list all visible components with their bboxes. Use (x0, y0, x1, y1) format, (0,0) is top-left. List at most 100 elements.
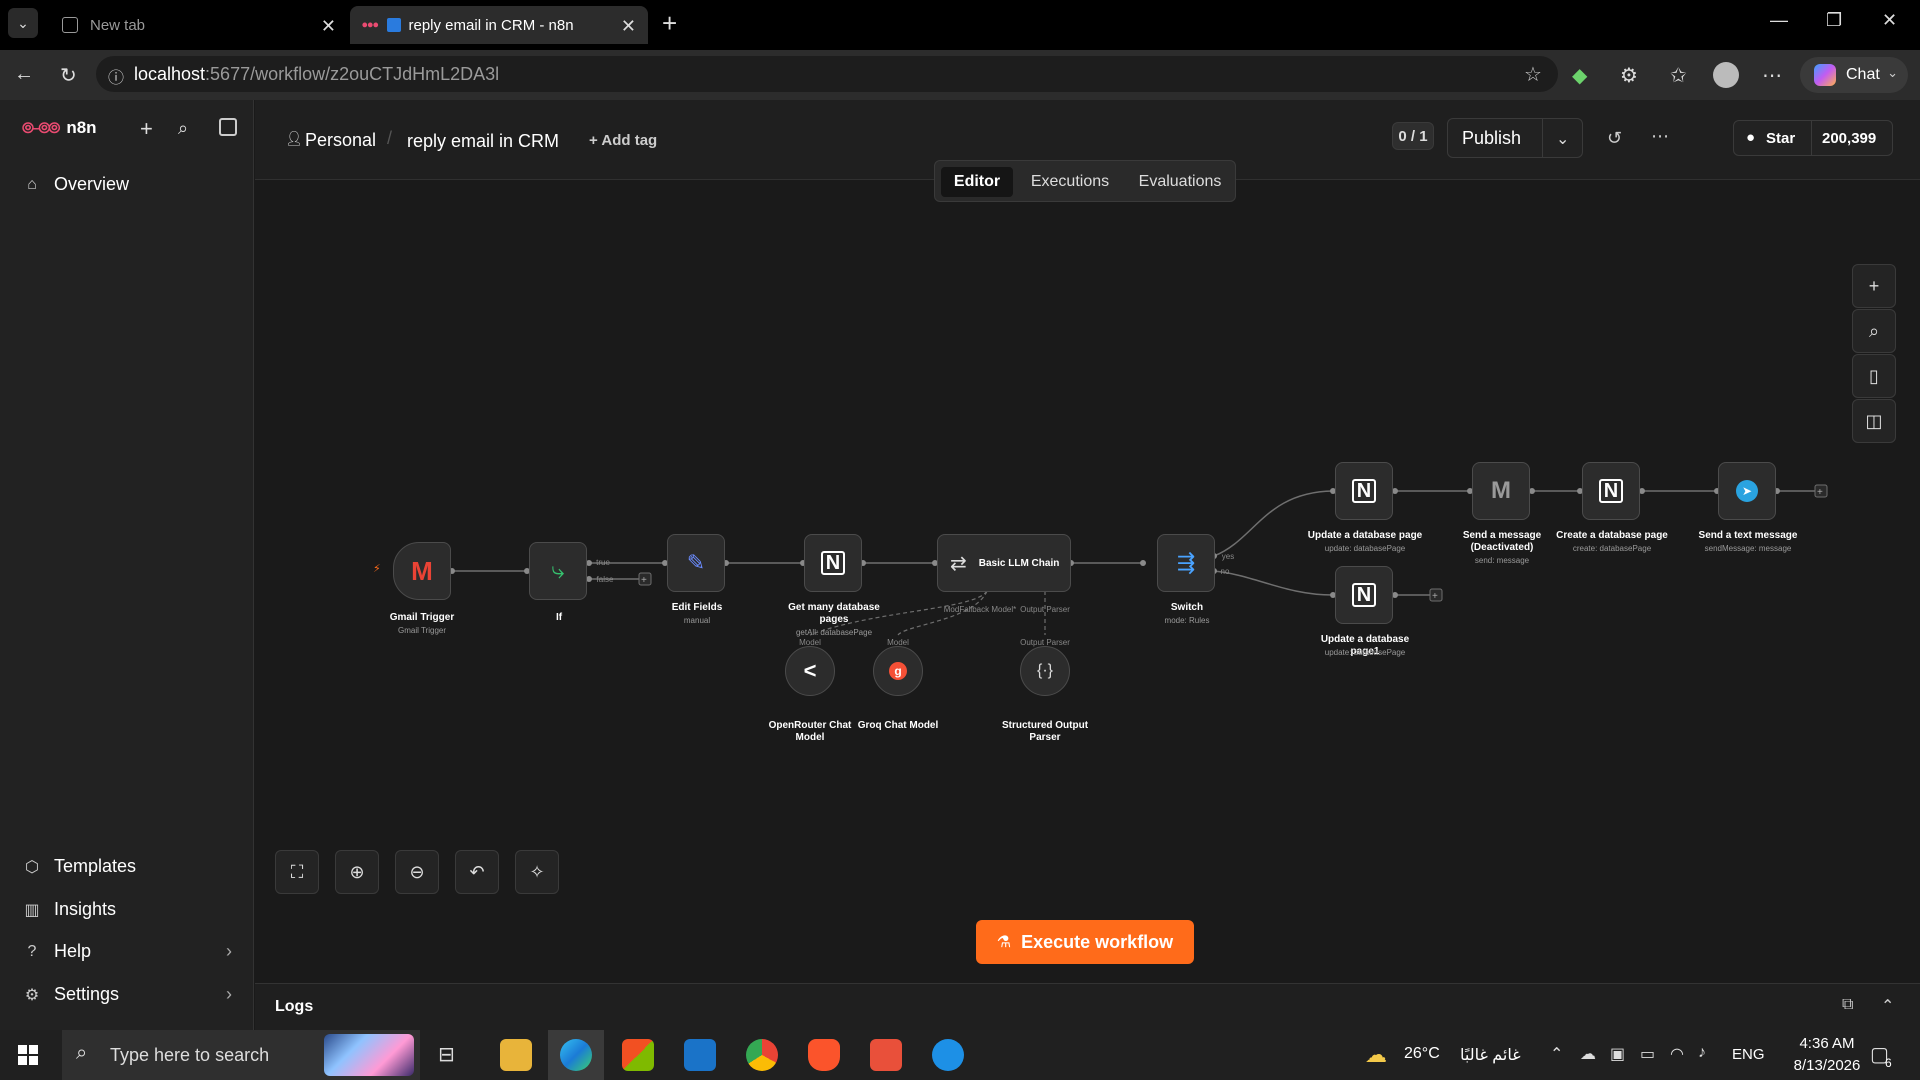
outlook-icon[interactable] (684, 1039, 716, 1071)
sidebar-item-help[interactable]: ? Help › (22, 941, 232, 962)
url-input[interactable]: ⓘ localhost:5677/workflow/z2ouCTJdHmL2DA… (96, 56, 1558, 92)
minimize-icon[interactable]: — (1770, 10, 1788, 31)
language-indicator[interactable]: ENG (1732, 1046, 1765, 1063)
tab-new-tab[interactable]: New tab ✕ (50, 6, 348, 44)
restore-icon[interactable]: ❐ (1826, 10, 1842, 31)
add-tag-button[interactable]: + Add tag (589, 132, 657, 149)
chevron-down-icon[interactable]: ⌄ (1556, 129, 1569, 149)
wifi-icon[interactable]: ◠ (1670, 1044, 1684, 1064)
panel-toggle-icon[interactable]: ◫ (1852, 399, 1896, 443)
sidebar-item-settings[interactable]: ⚙ Settings › (22, 984, 232, 1005)
copilot-chat-button[interactable]: Chat ⌄ (1800, 57, 1908, 93)
windows-start-icon[interactable] (18, 1045, 38, 1065)
reload-icon[interactable]: ↻ (60, 63, 77, 88)
collapse-sidebar-icon[interactable] (219, 118, 237, 136)
search-nodes-icon[interactable]: ⌕ (1852, 309, 1896, 353)
sticky-note-icon[interactable]: ▯ (1852, 354, 1896, 398)
history-icon[interactable]: ↺ (1607, 128, 1622, 149)
workflow-name[interactable]: reply email in CRM (407, 131, 559, 152)
chart-bars-icon: ▥ (24, 901, 40, 919)
zoom-out-icon[interactable]: ⊖ (395, 850, 439, 894)
camera-icon[interactable]: ▣ (1610, 1044, 1625, 1064)
n8n-logo[interactable]: ⦾–⦾⦾ n8n (22, 118, 97, 138)
tab-workflow[interactable]: ⦁⦁⦁ reply email in CRM - n8n ✕ (350, 6, 648, 44)
taskbar-search-input[interactable]: ⌕ Type here to search (62, 1030, 420, 1080)
node-subtitle: mode: Rules (1164, 616, 1210, 625)
node-if[interactable]: ⤷ (529, 542, 587, 600)
task-view-icon[interactable]: ⊟ (438, 1042, 455, 1067)
node-structured-output-parser[interactable]: {·} (1020, 646, 1070, 696)
node-create-database-page[interactable]: N (1582, 462, 1640, 520)
tab-evaluations[interactable]: Evaluations (1127, 167, 1233, 197)
weather-condition[interactable]: غائم غالبًا (1460, 1045, 1521, 1065)
node-send-message-deactivated[interactable]: M (1472, 462, 1530, 520)
sidebar-item-label: Insights (54, 899, 117, 919)
popout-icon[interactable]: ⧉ (1842, 996, 1853, 1014)
sidebar-item-templates[interactable]: ⬡ Templates (22, 856, 136, 877)
info-icon[interactable]: ⓘ (108, 64, 124, 88)
extensions-icon[interactable]: ⚙ (1620, 63, 1638, 88)
node-openrouter-chat-model[interactable]: < (785, 646, 835, 696)
undo-icon[interactable]: ↶ (455, 850, 499, 894)
weather-temperature[interactable]: 26°C (1404, 1045, 1440, 1063)
add-node-plus-icon[interactable]: + (1852, 264, 1896, 308)
node-get-many-pages[interactable]: N (804, 534, 862, 592)
publish-button[interactable]: Publish (1462, 128, 1521, 149)
zoom-in-icon[interactable]: ⊕ (335, 850, 379, 894)
node-basic-llm-chain[interactable]: ⇄ Basic LLM Chain (937, 534, 1071, 592)
edge-browser-icon[interactable] (560, 1039, 592, 1071)
chevron-down-icon[interactable]: ⌄ (1887, 65, 1898, 81)
close-icon[interactable]: ✕ (621, 16, 636, 37)
workflow-canvas[interactable]: + + + ⚡ M Gmail Trigger Gmail Trigger ⤷ If… (255, 180, 1920, 983)
chevron-right-icon: › (226, 984, 232, 1004)
tab-list-chevron-icon[interactable]: ⌄ (8, 8, 38, 38)
logs-panel-bar[interactable]: Logs ⧉ ⌃ (255, 983, 1920, 1030)
sidebar-item-overview[interactable]: ⌂ Overview (22, 174, 129, 195)
clock-date[interactable]: 8/13/2026 (1782, 1057, 1872, 1074)
new-tab-plus-icon[interactable]: + (662, 8, 677, 39)
execute-workflow-button[interactable]: ⚗ Execute workflow (976, 920, 1194, 964)
star-count: 200,399 (1822, 130, 1877, 147)
node-switch[interactable]: ⇶ (1157, 534, 1215, 592)
favorites-icon[interactable]: ✩ (1670, 63, 1687, 88)
more-options-icon[interactable]: ⋯ (1651, 126, 1669, 147)
node-subtitle: update: databasePage (1324, 648, 1406, 657)
search-icon[interactable]: ⌕ (178, 118, 188, 139)
onedrive-icon[interactable]: ☁ (1580, 1044, 1596, 1064)
sidebar-item-insights[interactable]: ▥ Insights (22, 899, 116, 920)
node-groq-chat-model[interactable]: g (873, 646, 923, 696)
window-close-icon[interactable]: ✕ (1882, 10, 1897, 31)
node-edit-fields[interactable]: ✎ (667, 534, 725, 592)
brave-icon[interactable] (808, 1039, 840, 1071)
more-menu-icon[interactable]: ⋯ (1762, 63, 1782, 88)
node-subtitle: update: databasePage (1324, 544, 1406, 553)
chrome-icon[interactable] (746, 1039, 778, 1071)
file-explorer-icon[interactable] (500, 1039, 532, 1071)
node-update-database-page[interactable]: N (1335, 462, 1393, 520)
node-label: Basic LLM Chain (978, 557, 1060, 569)
node-send-text-message[interactable]: ➤ (1718, 462, 1776, 520)
battery-icon[interactable]: ▭ (1640, 1044, 1655, 1064)
tab-executions[interactable]: Executions (1017, 167, 1123, 197)
github-star-button[interactable]: Star (1766, 130, 1795, 147)
close-icon[interactable]: ✕ (321, 16, 336, 37)
create-plus-icon[interactable]: + (140, 116, 153, 142)
tray-chevron-up-icon[interactable]: ⌃ (1550, 1044, 1563, 1064)
clock-time[interactable]: 4:36 AM (1782, 1035, 1872, 1052)
claude-icon[interactable] (870, 1039, 902, 1071)
node-gmail-trigger[interactable]: M (393, 542, 451, 600)
fit-view-icon[interactable]: ⛶ (275, 850, 319, 894)
chevron-up-icon[interactable]: ⌃ (1881, 996, 1894, 1016)
extension-copilot-icon[interactable]: ◆ (1572, 63, 1587, 88)
microsoft-store-icon[interactable] (622, 1039, 654, 1071)
star-icon[interactable]: ☆ (1524, 62, 1542, 87)
profile-avatar[interactable] (1713, 62, 1739, 88)
node-label: OpenRouter Chat Model (768, 720, 852, 743)
project-breadcrumb[interactable]: Personal (305, 130, 376, 151)
docker-icon[interactable] (932, 1039, 964, 1071)
volume-icon[interactable]: ♪ (1698, 1044, 1706, 1062)
back-arrow-icon[interactable]: ← (14, 63, 34, 86)
tab-editor[interactable]: Editor (941, 167, 1013, 197)
tidy-up-broom-icon[interactable]: ✧ (515, 850, 559, 894)
node-update-database-page1[interactable]: N (1335, 566, 1393, 624)
